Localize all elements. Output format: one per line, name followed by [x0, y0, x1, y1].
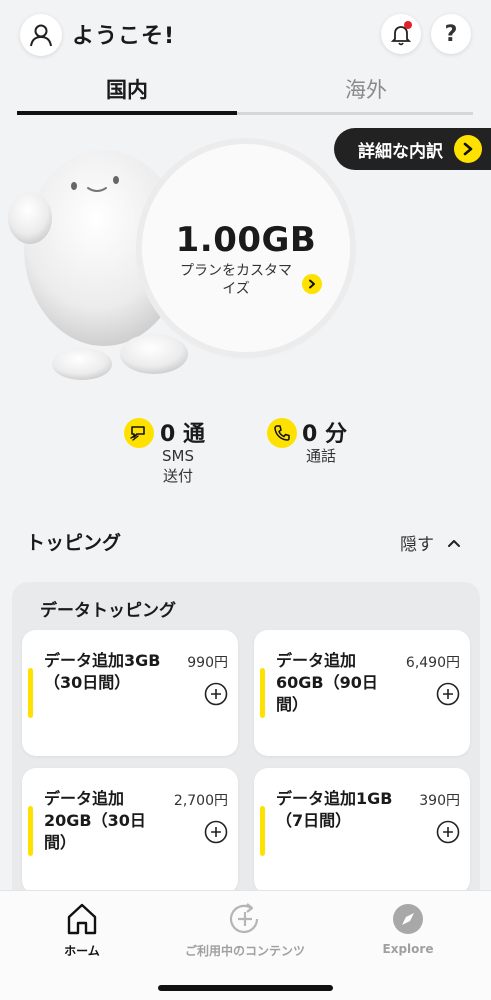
call-minutes: 0 分 — [302, 422, 347, 447]
topping-name-line: 20GB（30日 — [44, 811, 146, 830]
chevron-right-icon — [302, 274, 322, 294]
tab-domestic[interactable]: 国内 — [17, 74, 237, 104]
accent-bar — [260, 668, 265, 718]
chevron-right-icon — [454, 135, 482, 163]
topping-name-line: データ追加1GB — [276, 789, 393, 808]
chevron-up-icon — [448, 539, 460, 547]
bottom-navigation: ホーム ご利用中のコンテンツ Explore — [0, 890, 491, 1000]
topping-price: 2,700円 — [173, 793, 228, 809]
notification-badge — [404, 21, 412, 29]
sms-icon — [124, 418, 154, 448]
accent-bar — [28, 806, 33, 856]
calls-label: 通話 — [305, 447, 336, 465]
topping-name-line: データ追加3GB — [44, 651, 161, 670]
notifications-button[interactable] — [381, 14, 421, 54]
user-icon — [30, 24, 52, 47]
accent-bar — [260, 806, 265, 856]
topping-name-line: （30日間） — [44, 673, 131, 692]
accent-bar — [28, 668, 33, 718]
compass-icon — [393, 904, 423, 934]
home-indicator[interactable] — [158, 985, 333, 991]
topping-name-line: 間） — [44, 833, 77, 852]
sms-label-line1: SMS — [162, 447, 194, 465]
data-amount: 1.00GB — [175, 220, 317, 260]
help-button[interactable]: ? — [431, 14, 471, 54]
nav-home-label: ホーム — [64, 944, 100, 958]
topping-card[interactable]: データ追加 60GB（90日 間） 6,490円 — [254, 630, 470, 756]
data-topping-title: データトッピング — [40, 601, 176, 621]
data-topping-panel: データトッピング データ追加3GB （30日間） 990円 データ追加 60GB… — [12, 582, 480, 912]
topping-card[interactable]: データ追加1GB （7日間） 390円 — [254, 768, 470, 894]
topping-name: データ追加 20GB（30日 間） — [44, 788, 146, 854]
nav-active-contents-label: ご利用中のコンテンツ — [184, 944, 305, 958]
detailed-breakdown-button[interactable]: 詳細な内訳 — [334, 128, 491, 170]
topping-price: 6,490円 — [405, 655, 460, 671]
topping-card[interactable]: データ追加 20GB（30日 間） 2,700円 — [22, 768, 238, 894]
topping-name-line: データ追加 — [276, 651, 357, 670]
sms-label: SMS 送付 — [150, 446, 206, 486]
tab-overseas[interactable]: 海外 — [256, 74, 476, 104]
welcome-title: ようこそ! — [72, 24, 176, 49]
sms-count: 0 通 — [160, 422, 205, 447]
region-tabs: 国内 海外 — [0, 64, 491, 116]
nav-explore[interactable]: Explore — [372, 901, 444, 956]
add-circle-icon[interactable] — [204, 682, 228, 706]
nav-home[interactable]: ホーム — [46, 901, 118, 959]
customize-plan-link[interactable]: プランをカスタマイズ — [176, 262, 296, 298]
topping-name-line: データ追加 — [44, 789, 125, 808]
home-icon — [67, 903, 97, 935]
add-circle-icon[interactable] — [204, 820, 228, 844]
topping-price: 390円 — [419, 793, 460, 809]
topping-name: データ追加 60GB（90日 間） — [276, 650, 378, 716]
topping-name: データ追加1GB （7日間） — [276, 788, 392, 832]
topping-card[interactable]: データ追加3GB （30日間） 990円 — [22, 630, 238, 756]
data-remaining-circle[interactable]: 1.00GB プランをカスタマイズ — [142, 144, 350, 352]
app-header: ようこそ! ? — [0, 0, 491, 64]
topping-price: 990円 — [187, 655, 228, 671]
nav-explore-label: Explore — [382, 942, 434, 956]
nav-active-contents[interactable]: ご利用中のコンテンツ — [170, 901, 320, 959]
detailed-breakdown-label: 詳細な内訳 — [358, 141, 443, 162]
topping-section-title: トッピング — [26, 532, 122, 554]
topping-name-line: （7日間） — [276, 811, 352, 830]
add-circle-icon[interactable] — [436, 820, 460, 844]
topping-name: データ追加3GB （30日間） — [44, 650, 160, 694]
topping-name-line: 間） — [276, 695, 309, 714]
sms-label-line2: 送付 — [162, 467, 193, 485]
add-refresh-icon — [229, 903, 259, 934]
add-circle-icon[interactable] — [436, 682, 460, 706]
profile-button[interactable] — [20, 14, 62, 56]
tab-active-indicator — [17, 111, 237, 115]
hide-topping-toggle[interactable]: 隠す — [400, 530, 462, 555]
phone-icon — [267, 418, 297, 448]
help-icon: ? — [444, 21, 458, 47]
hide-label: 隠す — [400, 535, 434, 555]
topping-name-line: 60GB（90日 — [276, 673, 378, 692]
